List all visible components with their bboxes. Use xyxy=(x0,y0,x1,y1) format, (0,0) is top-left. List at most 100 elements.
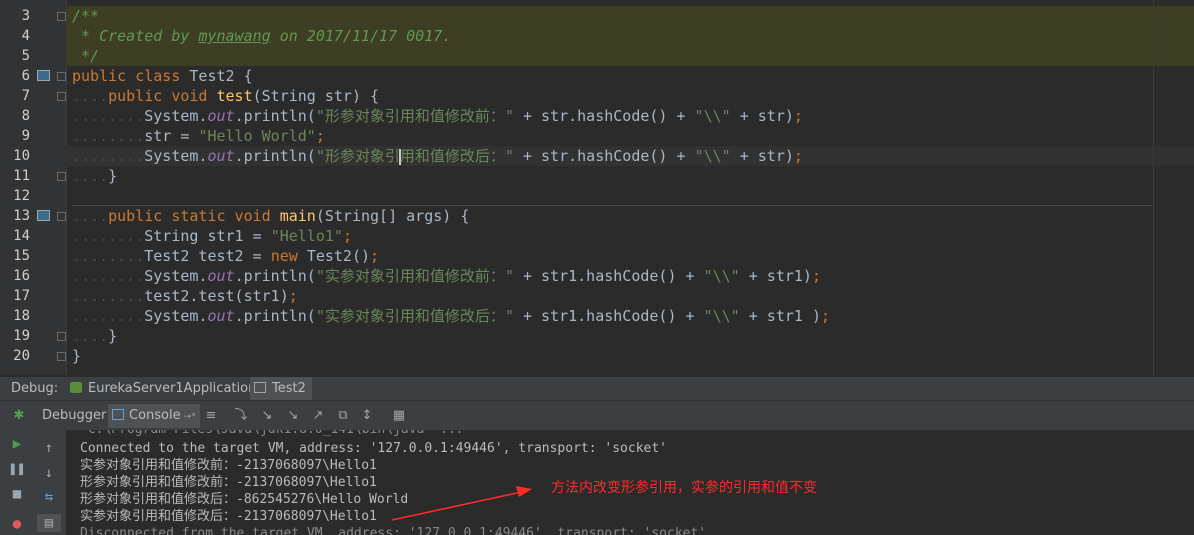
force-step-into-icon[interactable]: ↘ xyxy=(284,407,302,425)
debug-tab-eureka[interactable]: EurekaServer1Application xyxy=(66,377,262,401)
annotation-text: 方法内改变形参引用，实参的引用和值不变 xyxy=(551,480,817,496)
fold-marker-icon[interactable] xyxy=(57,12,66,21)
code-line[interactable]: ........test2.test(str1); xyxy=(72,286,298,306)
fold-marker-icon[interactable] xyxy=(57,332,66,341)
code-line[interactable]: */ xyxy=(72,46,99,66)
code-token: "\\" xyxy=(694,107,731,125)
code-row[interactable]: /** xyxy=(66,6,1194,26)
step-over-icon[interactable]: ⤵ xyxy=(232,407,250,425)
code-line[interactable]: ....} xyxy=(72,326,117,346)
code-token: ; xyxy=(820,307,831,325)
code-line[interactable]: ....public static void main(String[] arg… xyxy=(72,206,469,226)
soft-wrap-icon[interactable]: ⇆ xyxy=(37,488,61,506)
code-token: .println( xyxy=(234,147,316,165)
code-line[interactable]: * Created by mynawang on 2017/11/17 0017… xyxy=(72,26,451,46)
code-token: Test2() xyxy=(306,247,371,265)
main-method-run-icon[interactable] xyxy=(37,210,50,221)
code-row[interactable]: } xyxy=(66,346,1194,366)
code-token: out xyxy=(207,147,235,165)
code-token: ........ xyxy=(72,147,145,165)
line-number: 12 xyxy=(13,188,30,204)
code-editor[interactable]: 3 4 5 6 7 8 9 10 11 12 13 14 15 16 17 18 19 20 /** * Crea… xyxy=(0,0,1194,375)
code-area[interactable]: /** * Created by mynawang on 2017/11/17 … xyxy=(66,0,1194,375)
resume-icon[interactable]: ▶ xyxy=(5,435,29,453)
code-line[interactable]: } xyxy=(72,346,81,366)
code-row[interactable] xyxy=(66,186,1194,206)
drop-frame-icon[interactable]: ⧉ xyxy=(334,407,352,425)
fold-marker-icon[interactable] xyxy=(57,72,66,81)
code-token: str = xyxy=(144,127,199,145)
pause-icon[interactable]: ❚❚ xyxy=(5,460,29,478)
debug-tab-label: EurekaServer1Application xyxy=(88,381,257,396)
line-number: 6 xyxy=(21,68,30,84)
code-row[interactable]: ........System.out.println("实参对象引用和值修改后：… xyxy=(66,306,1194,326)
down-arrow-icon[interactable]: ↓ xyxy=(37,464,61,482)
code-line[interactable]: ........System.out.println("形参对象引用和值修改后：… xyxy=(72,146,803,166)
step-out-icon[interactable]: ↗ xyxy=(309,407,327,425)
code-token: ; xyxy=(370,247,380,265)
code-token: ; xyxy=(288,287,298,305)
fold-marker-icon[interactable] xyxy=(57,172,66,181)
code-line[interactable]: ........System.out.println("实参对象引用和值修改后：… xyxy=(72,306,830,326)
console-side-controls: ↑ ↓ ⇆ ▤ xyxy=(34,430,67,535)
evaluate-icon[interactable]: ▦ xyxy=(390,407,408,425)
code-line[interactable]: ....} xyxy=(72,166,117,186)
code-row[interactable]: ....} xyxy=(66,166,1194,186)
code-row[interactable]: ........String str1 = "Hello1"; xyxy=(66,226,1194,246)
code-row[interactable]: ........str = "Hello World"; xyxy=(66,126,1194,146)
code-line[interactable]: ........String str1 = "Hello1"; xyxy=(72,226,352,246)
up-arrow-icon[interactable]: ↑ xyxy=(37,439,61,457)
code-token: .println( xyxy=(234,267,316,285)
code-row[interactable]: ....public void test(String str) { xyxy=(66,86,1194,106)
code-token: mynawang xyxy=(198,27,271,45)
run-to-cursor-icon[interactable]: ↕ xyxy=(358,407,376,425)
code-row[interactable]: public class Test2 { xyxy=(66,66,1194,86)
fold-marker-icon[interactable] xyxy=(57,352,66,361)
scroll-to-end-icon[interactable]: ▤ xyxy=(37,514,61,532)
code-token: out xyxy=(207,267,235,285)
code-row[interactable]: ........System.out.println("形参对象引用和值修改后：… xyxy=(66,146,1194,166)
line-number: 18 xyxy=(13,308,30,324)
code-row[interactable]: ........Test2 test2 = new Test2(); xyxy=(66,246,1194,266)
code-line[interactable]: public class Test2 { xyxy=(72,66,253,86)
fold-marker-icon[interactable] xyxy=(57,92,66,101)
code-token: + str1 ) xyxy=(739,307,821,325)
tab-console[interactable]: Console →* xyxy=(108,404,200,428)
bug-icon[interactable]: ✱ xyxy=(10,407,28,425)
debug-label: Debug: xyxy=(11,381,59,396)
line-number: 16 xyxy=(13,268,30,284)
fold-marker-icon[interactable] xyxy=(57,212,66,221)
code-line[interactable]: ....public void test(String str) { xyxy=(72,86,379,106)
debug-tab-test2[interactable]: Test2 xyxy=(250,377,312,401)
code-row[interactable]: */ xyxy=(66,46,1194,66)
code-token: + str1) xyxy=(739,267,812,285)
code-token: + str1.hashCode() + xyxy=(513,307,704,325)
code-row[interactable]: * Created by mynawang on 2017/11/17 0017… xyxy=(66,26,1194,46)
code-token: System. xyxy=(144,107,208,125)
code-token: * Created by xyxy=(72,27,199,45)
code-token: "实参对象引用和值修改后：" xyxy=(315,307,514,325)
show-execution-point-icon[interactable]: ≡ xyxy=(202,407,220,425)
breakpoints-icon[interactable]: ● xyxy=(5,515,29,533)
debug-tool-window-header: Debug: EurekaServer1Application Test2 xyxy=(0,376,1194,401)
code-line[interactable]: ........System.out.println("实参对象引用和值修改前：… xyxy=(72,266,821,286)
stop-icon[interactable]: ■ xyxy=(5,485,29,503)
code-row[interactable]: ....public static void main(String[] arg… xyxy=(66,206,1194,226)
code-line[interactable]: ........System.out.println("形参对象引用和值修改前：… xyxy=(72,106,803,126)
class-structure-icon[interactable] xyxy=(37,70,50,81)
code-token: System. xyxy=(144,307,208,325)
code-row[interactable]: ........System.out.println("形参对象引用和值修改前：… xyxy=(66,106,1194,126)
code-token: */ xyxy=(72,47,100,65)
step-into-icon[interactable]: ↘ xyxy=(258,407,276,425)
code-row[interactable]: ........System.out.println("实参对象引用和值修改前：… xyxy=(66,266,1194,286)
code-row[interactable]: ........test2.test(str1); xyxy=(66,286,1194,306)
code-token: "形参对象引 xyxy=(315,147,400,165)
tab-debugger[interactable]: Debugger xyxy=(38,404,110,428)
console-line: 实参对象引用和值修改前：-2137068097\Hello1 xyxy=(80,458,377,473)
code-row[interactable]: ....} xyxy=(66,326,1194,346)
code-token: } xyxy=(108,327,118,345)
code-line[interactable]: ........str = "Hello World"; xyxy=(72,126,325,146)
code-token: (String str) { xyxy=(252,87,380,105)
code-line[interactable]: /** xyxy=(72,6,99,26)
code-line[interactable]: ........Test2 test2 = new Test2(); xyxy=(72,246,379,266)
